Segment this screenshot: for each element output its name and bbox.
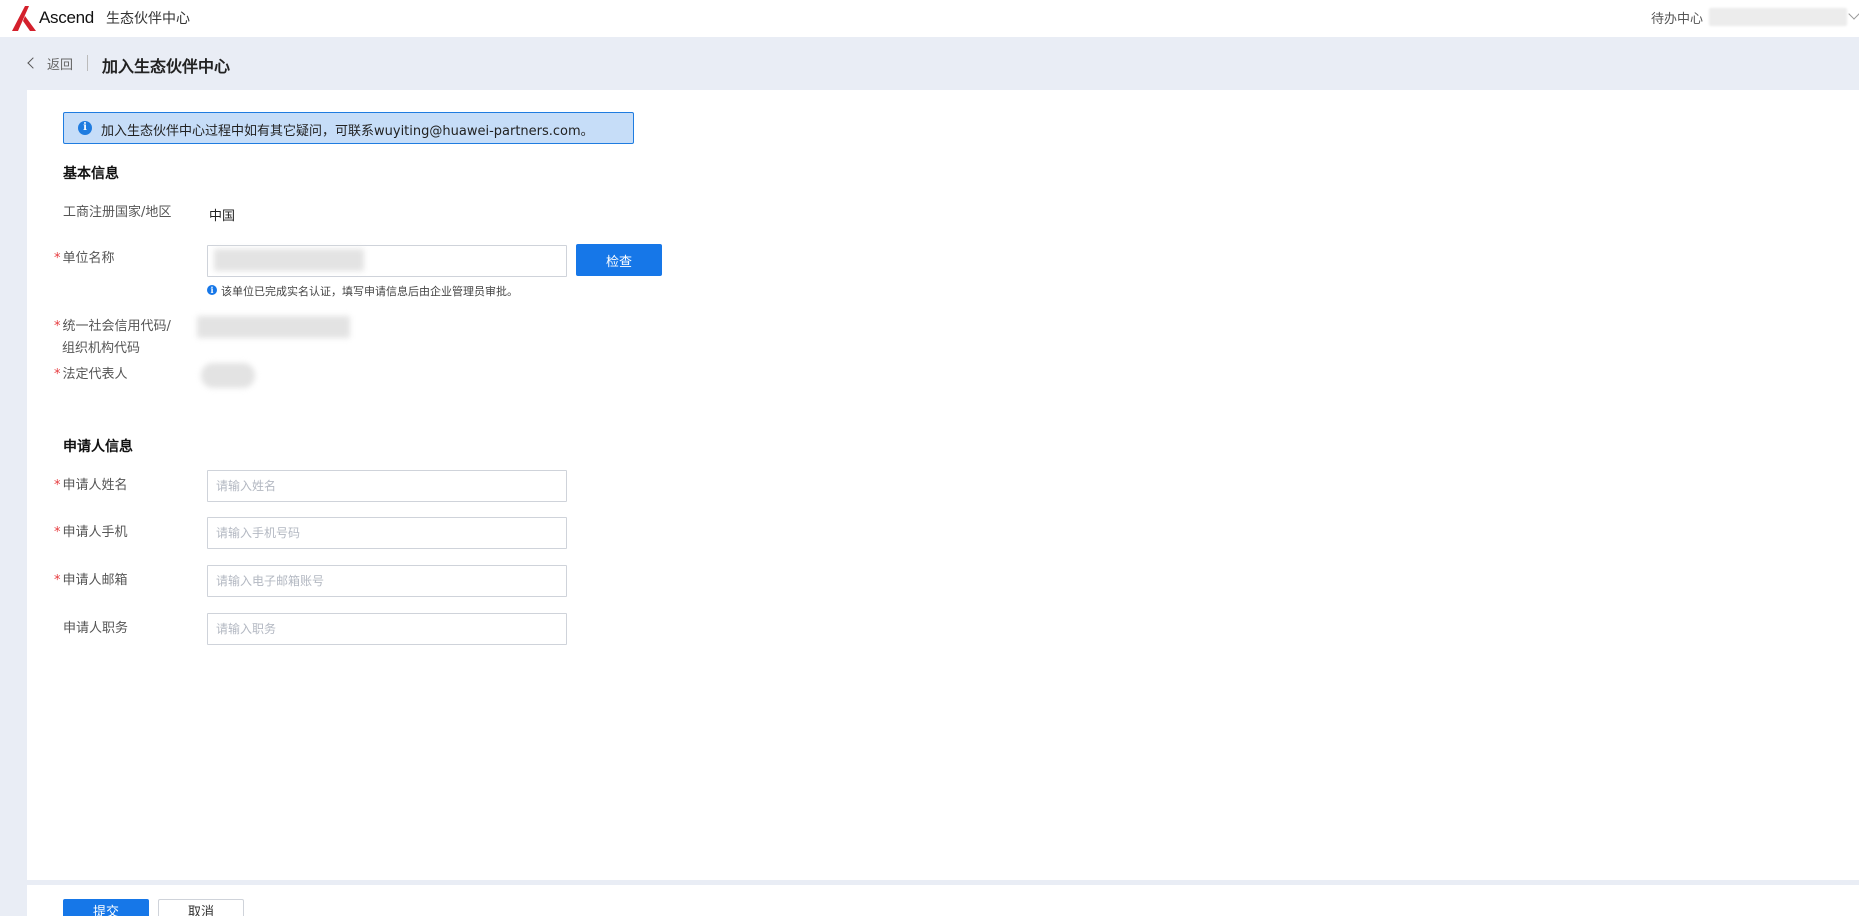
- notice-text: 加入生态伙伴中心过程中如有其它疑问，可联系wuyiting@huawei-par…: [101, 124, 594, 139]
- applicant-name-label-text: 申请人姓名: [62, 478, 128, 493]
- brand-name[interactable]: Ascend: [39, 8, 94, 28]
- cancel-button[interactable]: 取消: [158, 899, 244, 916]
- org-name-label: * 单位名称: [54, 248, 115, 270]
- required-mark: *: [54, 478, 61, 493]
- required-mark: *: [54, 251, 61, 266]
- section-title-applicant-info: 申请人信息: [63, 439, 133, 455]
- page-title: 加入生态伙伴中心: [102, 57, 231, 76]
- applicant-name-label: * 申请人姓名: [54, 475, 128, 497]
- applicant-email-input[interactable]: [208, 566, 566, 596]
- app-title[interactable]: 生态伙伴中心: [106, 8, 190, 28]
- applicant-email-field[interactable]: [207, 565, 567, 597]
- back-link[interactable]: 返回: [47, 54, 73, 73]
- applicant-phone-field[interactable]: [207, 517, 567, 549]
- verification-hint: 该单位已完成实名认证，填写申请信息后由企业管理员审批。: [221, 285, 518, 298]
- required-mark: *: [54, 525, 61, 540]
- info-icon: i: [78, 121, 92, 135]
- user-account-blurred[interactable]: [1709, 8, 1847, 26]
- todo-center-link[interactable]: 待办中心: [1651, 8, 1703, 27]
- required-mark: *: [54, 319, 61, 334]
- top-navigation-bar: Ascend 生态伙伴中心 待办中心: [0, 0, 1859, 37]
- credit-code-label: * 统一社会信用代码/: [54, 316, 171, 338]
- credit-code-label-line1: 统一社会信用代码/: [62, 319, 171, 334]
- info-icon: i: [207, 285, 217, 295]
- applicant-phone-input[interactable]: [208, 518, 566, 548]
- footer-action-bar: 提交 取消: [27, 885, 1859, 916]
- applicant-title-label: 申请人职务: [63, 621, 129, 636]
- section-title-basic-info: 基本信息: [63, 166, 119, 182]
- chevron-down-icon[interactable]: [1848, 8, 1859, 20]
- credit-code-value-blurred: [197, 316, 350, 338]
- chevron-left-icon[interactable]: [27, 57, 39, 69]
- country-value: 中国: [209, 209, 236, 224]
- org-name-label-text: 单位名称: [62, 251, 115, 266]
- applicant-title-field[interactable]: [207, 613, 567, 645]
- breadcrumb-divider: [87, 55, 88, 71]
- credit-code-label-line2: 组织机构代码: [62, 341, 141, 356]
- legal-rep-value-blurred: [201, 363, 255, 388]
- applicant-phone-label-text: 申请人手机: [62, 525, 128, 540]
- required-mark: *: [54, 573, 61, 588]
- country-label: 工商注册国家/地区: [63, 205, 172, 220]
- applicant-phone-label: * 申请人手机: [54, 522, 128, 544]
- applicant-name-field[interactable]: [207, 470, 567, 502]
- required-mark: *: [54, 367, 61, 382]
- org-name-field[interactable]: [207, 245, 567, 277]
- check-button[interactable]: 检查: [576, 244, 662, 276]
- org-name-value-blurred: [214, 249, 364, 271]
- applicant-email-label-text: 申请人邮箱: [62, 573, 128, 588]
- ascend-logo-icon[interactable]: [12, 6, 36, 31]
- info-notice: i 加入生态伙伴中心过程中如有其它疑问，可联系wuyiting@huawei-p…: [63, 112, 634, 144]
- legal-rep-label-text: 法定代表人: [62, 367, 128, 382]
- applicant-title-input[interactable]: [208, 614, 566, 644]
- submit-button[interactable]: 提交: [63, 899, 149, 916]
- legal-rep-label: * 法定代表人: [54, 364, 128, 386]
- applicant-email-label: * 申请人邮箱: [54, 570, 128, 592]
- applicant-name-input[interactable]: [208, 471, 566, 501]
